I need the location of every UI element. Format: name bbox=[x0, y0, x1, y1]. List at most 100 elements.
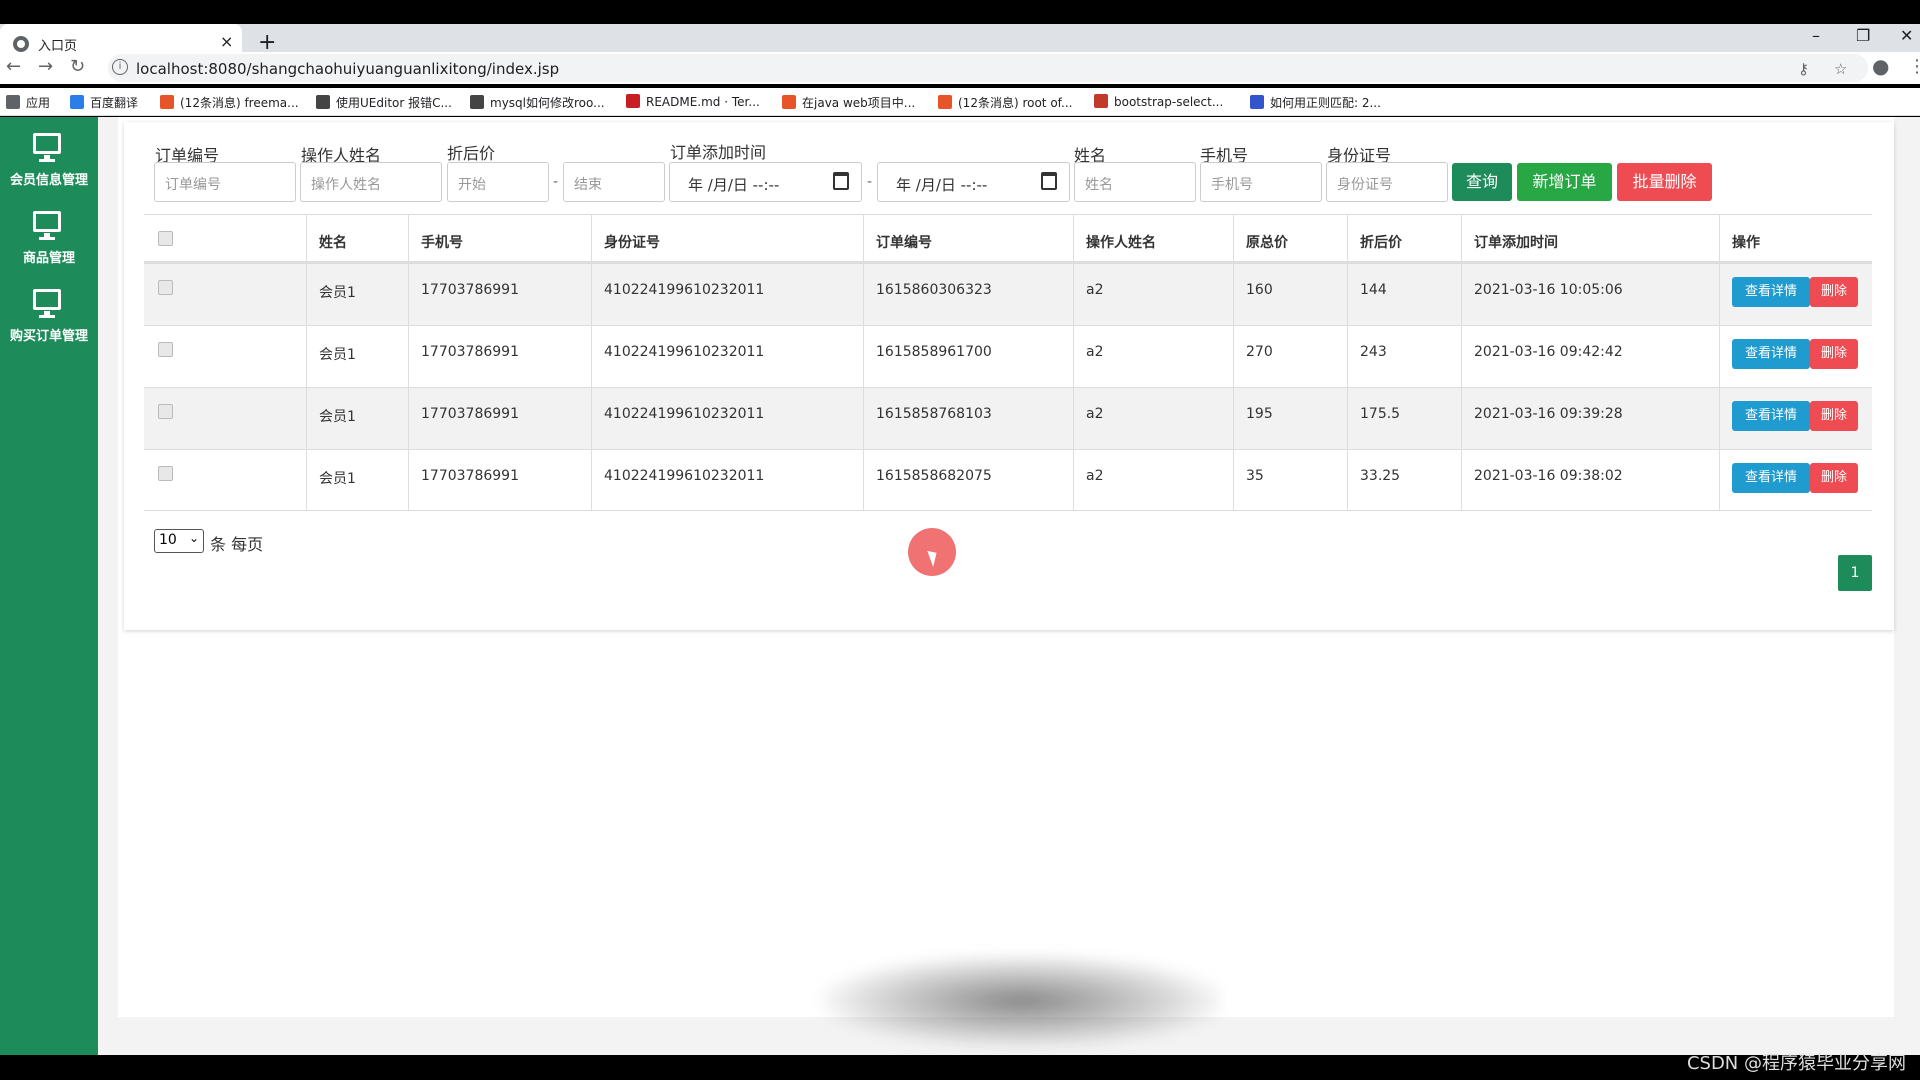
sidebar-item-orders[interactable]: 购买订单管理 bbox=[0, 277, 98, 351]
star-icon[interactable]: ☆ bbox=[1834, 60, 1847, 78]
calendar-icon[interactable] bbox=[1041, 172, 1057, 190]
window-close-icon[interactable]: ✕ bbox=[1900, 26, 1913, 45]
cell-discount: 175.5 bbox=[1347, 388, 1461, 449]
cell-order-no: 1615858961700 bbox=[863, 326, 1073, 387]
table-header: 姓名 手机号 身份证号 订单编号 操作人姓名 原总价 折后价 订单添加时间 操作 bbox=[144, 214, 1872, 263]
row-checkbox[interactable] bbox=[158, 280, 173, 295]
bookmark-icon bbox=[160, 95, 174, 109]
view-detail-button[interactable]: 查看详情 bbox=[1732, 463, 1810, 493]
row-checkbox-cell bbox=[144, 326, 306, 387]
cell-actions: 查看详情 删除 bbox=[1719, 326, 1872, 387]
idcard-input[interactable]: 身份证号 bbox=[1326, 162, 1448, 202]
delete-button[interactable]: 删除 bbox=[1810, 277, 1858, 307]
cell-actions: 查看详情 删除 bbox=[1719, 388, 1872, 449]
row-checkbox[interactable] bbox=[158, 466, 173, 481]
bookmark-item[interactable]: bootstrap-select... bbox=[1094, 94, 1223, 109]
letterbox-top bbox=[0, 0, 1920, 24]
page-size-select[interactable]: 10 ⌄ bbox=[154, 529, 204, 553]
profile-icon[interactable]: ● bbox=[1872, 54, 1889, 78]
sidebar-item-product[interactable]: 商品管理 bbox=[0, 199, 98, 273]
operator-input[interactable]: 操作人姓名 bbox=[300, 162, 442, 202]
monitor-icon bbox=[33, 289, 61, 318]
watermark: CSDN @程序猿毕业分享网 bbox=[1686, 1053, 1906, 1074]
bookmark-icon bbox=[938, 95, 952, 109]
cell-idcard: 410224199610232011 bbox=[591, 388, 863, 449]
order-no-input[interactable]: 订单编号 bbox=[154, 162, 296, 202]
column-header: 折后价 bbox=[1347, 215, 1461, 261]
cell-actions: 查看详情 删除 bbox=[1719, 264, 1872, 325]
delete-button[interactable]: 删除 bbox=[1810, 401, 1858, 431]
minimize-icon[interactable]: – bbox=[1812, 26, 1820, 45]
sidebar-item-member[interactable]: 会员信息管理 bbox=[0, 121, 98, 195]
cell-idcard: 410224199610232011 bbox=[591, 450, 863, 510]
cell-total: 270 bbox=[1233, 326, 1347, 387]
cell-name: 会员1 bbox=[306, 450, 408, 510]
bookmark-item[interactable]: 如何用正则匹配: 2... bbox=[1250, 94, 1381, 111]
discount-start-input[interactable]: 开始 bbox=[447, 162, 549, 202]
query-button[interactable]: 查询 bbox=[1452, 163, 1512, 201]
bookmark-item[interactable]: 在java web项目中... bbox=[782, 94, 915, 111]
reload-icon[interactable]: ↻ bbox=[70, 56, 85, 77]
time-end-input[interactable]: 年 /月/日 --:-- bbox=[877, 162, 1070, 202]
delete-button[interactable]: 删除 bbox=[1810, 463, 1858, 493]
add-order-button[interactable]: 新增订单 bbox=[1517, 163, 1612, 201]
bookmark-item[interactable]: 使用UEditor 报错C... bbox=[316, 94, 452, 111]
bookmark-item[interactable]: README.md · Ter... bbox=[626, 94, 760, 109]
restore-icon[interactable]: ❐ bbox=[1856, 26, 1870, 45]
page: 会员信息管理 商品管理 购买订单管理 订单编号 订单编号 操作人姓名 操作人姓名… bbox=[0, 117, 1920, 1055]
page-number-button[interactable]: 1 bbox=[1838, 555, 1872, 591]
time-end-value: 年 /月/日 --:-- bbox=[896, 176, 988, 194]
bookmark-item[interactable]: 应用 bbox=[6, 94, 50, 111]
back-icon[interactable]: ← bbox=[6, 56, 21, 77]
bookmark-label: 如何用正则匹配: 2... bbox=[1270, 96, 1381, 110]
table-row: 会员1 17703786991 410224199610232011 16158603… bbox=[144, 263, 1872, 325]
info-icon[interactable]: i bbox=[112, 59, 128, 75]
bookmark-item[interactable]: (12条消息) root of... bbox=[938, 94, 1072, 111]
forward-icon[interactable]: → bbox=[38, 56, 53, 77]
column-header: 原总价 bbox=[1233, 215, 1347, 261]
view-detail-button[interactable]: 查看详情 bbox=[1732, 339, 1810, 369]
bookmark-label: (12条消息) root of... bbox=[958, 96, 1073, 110]
bookmark-item[interactable]: 百度翻译 bbox=[70, 94, 138, 111]
discount-end-input[interactable]: 结束 bbox=[563, 162, 665, 202]
cell-operator: a2 bbox=[1073, 264, 1233, 325]
name-input[interactable]: 姓名 bbox=[1074, 162, 1196, 202]
sidebar-item-label: 会员信息管理 bbox=[9, 173, 88, 188]
view-detail-button[interactable]: 查看详情 bbox=[1732, 277, 1810, 307]
cell-time: 2021-03-16 09:39:28 bbox=[1461, 388, 1719, 449]
cell-total: 160 bbox=[1233, 264, 1347, 325]
batch-delete-button[interactable]: 批量删除 bbox=[1617, 163, 1712, 201]
phone-input[interactable]: 手机号 bbox=[1200, 162, 1322, 202]
row-checkbox[interactable] bbox=[158, 404, 173, 419]
bookmark-label: 在java web项目中... bbox=[802, 96, 916, 110]
close-icon[interactable]: × bbox=[220, 32, 233, 51]
sidebar-item-label: 商品管理 bbox=[22, 251, 75, 266]
page-size-value: 10 bbox=[159, 532, 177, 548]
orders-table: 姓名 手机号 身份证号 订单编号 操作人姓名 原总价 折后价 订单添加时间 操作 会员1 1770… bbox=[144, 214, 1872, 514]
menu-icon[interactable]: ⋮ bbox=[1908, 56, 1920, 77]
bookmark-icon bbox=[782, 95, 796, 109]
calendar-icon[interactable] bbox=[833, 172, 849, 190]
cell-discount: 144 bbox=[1347, 264, 1461, 325]
bookmark-item[interactable]: (12条消息) freema... bbox=[160, 94, 299, 111]
bookmark-label: README.md · Ter... bbox=[646, 95, 760, 109]
view-detail-button[interactable]: 查看详情 bbox=[1732, 401, 1810, 431]
bookmark-icon bbox=[1250, 95, 1264, 109]
key-icon[interactable]: ⚷ bbox=[1798, 60, 1809, 78]
sidebar: 会员信息管理 商品管理 购买订单管理 bbox=[0, 117, 98, 1055]
bookmark-label: 百度翻译 bbox=[90, 96, 139, 110]
omnibox[interactable]: i localhost:8080/shangchaohuiyuanguanlix… bbox=[108, 54, 1868, 82]
bookmark-icon bbox=[626, 94, 640, 108]
bookmark-icon bbox=[316, 95, 330, 109]
cell-operator: a2 bbox=[1073, 326, 1233, 387]
select-all-checkbox[interactable] bbox=[158, 231, 173, 246]
bookmark-item[interactable]: mysql如何修改roo... bbox=[470, 94, 605, 111]
bookmark-icon bbox=[1094, 94, 1108, 108]
cell-phone: 17703786991 bbox=[408, 264, 591, 325]
delete-button[interactable]: 删除 bbox=[1810, 339, 1858, 369]
bookmark-icon bbox=[6, 95, 20, 109]
time-start-input[interactable]: 年 /月/日 --:-- bbox=[669, 162, 862, 202]
row-checkbox[interactable] bbox=[158, 342, 173, 357]
row-checkbox-cell bbox=[144, 450, 306, 510]
range-separator: - bbox=[553, 174, 559, 190]
